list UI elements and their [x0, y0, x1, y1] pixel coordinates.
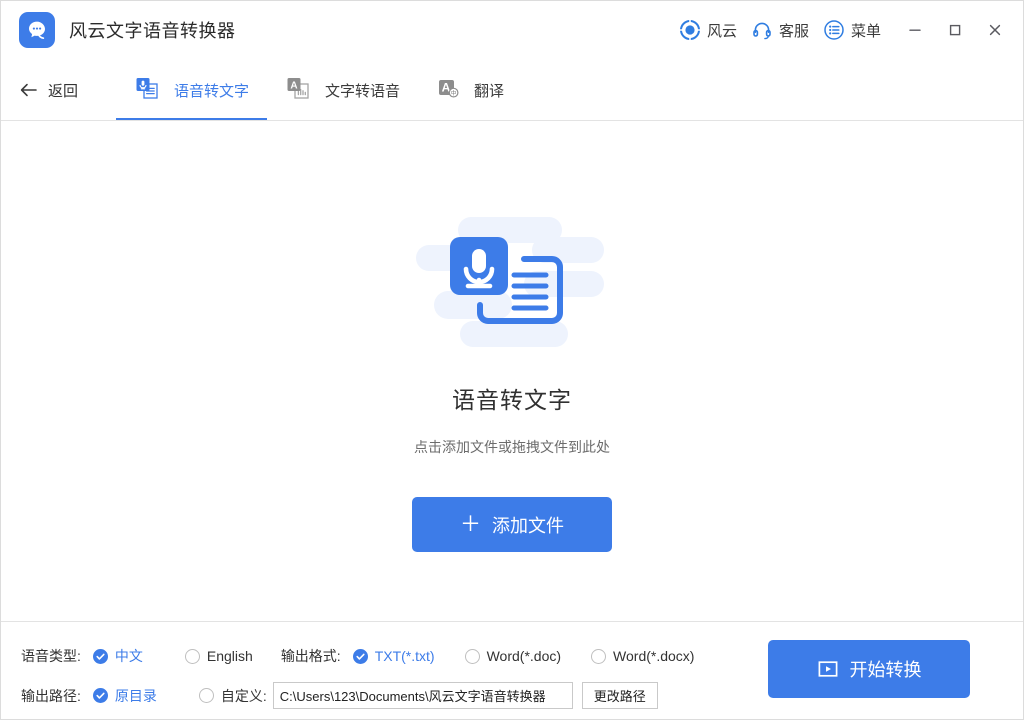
- mic-document-illustration: [412, 209, 612, 359]
- svg-text:中: 中: [451, 89, 456, 97]
- back-button-label: 返回: [48, 82, 79, 100]
- title-bar-brand: 风云文字语音转换器: [1, 12, 236, 48]
- add-file-button-label: 添加文件: [492, 515, 564, 536]
- list-circle-icon: [823, 19, 845, 41]
- target-circle-icon: [679, 19, 701, 41]
- add-file-button[interactable]: ＋ 添加文件: [412, 497, 612, 552]
- translate-icon: A 中: [436, 76, 464, 104]
- close-button[interactable]: [975, 10, 1015, 50]
- radio-label: TXT(*.txt): [374, 648, 435, 664]
- drop-area-subtitle: 点击添加文件或拖拽文件到此处: [414, 439, 610, 455]
- output-path-label: 输出路径:: [21, 687, 81, 704]
- text-wave-icon: A: [285, 76, 315, 104]
- titlebar-action-menu[interactable]: 菜单: [823, 19, 881, 41]
- title-bar: 风云文字语音转换器 风云 客服 菜单: [1, 1, 1023, 59]
- nav-bar: 返回 语音转文字 A 文字转语音 A 中 翻译: [1, 59, 1023, 121]
- plus-icon: ＋: [460, 513, 481, 536]
- radio-checked-icon: [92, 688, 108, 703]
- radio-output-path-original[interactable]: 原目录: [92, 686, 157, 706]
- app-title: 风云文字语音转换器: [69, 21, 236, 41]
- tab-list: 语音转文字 A 文字转语音 A 中 翻译: [116, 59, 522, 121]
- radio-label: 原目录: [114, 687, 157, 704]
- titlebar-action-fengyun[interactable]: 风云: [679, 19, 737, 41]
- titlebar-action-label: 客服: [778, 22, 809, 40]
- radio-label: Word(*.docx): [613, 648, 695, 664]
- radio-checked-icon: [92, 648, 108, 664]
- options-row-bottom: 输出路径: 原目录 自定义: 更改路径: [21, 682, 658, 709]
- title-bar-actions: 风云 客服 菜单: [679, 1, 1023, 59]
- back-button[interactable]: 返回: [19, 80, 78, 101]
- radio-label: 中文: [114, 648, 143, 664]
- radio-label: English: [206, 648, 253, 664]
- tab-label: 语音转文字: [174, 82, 250, 100]
- file-drop-area[interactable]: 语音转文字 点击添加文件或拖拽文件到此处 ＋ 添加文件: [1, 121, 1023, 621]
- tab-speech-to-text[interactable]: 语音转文字: [116, 59, 268, 121]
- radio-checked-icon: [352, 648, 368, 664]
- minimize-button[interactable]: [895, 10, 935, 50]
- radio-output-format-txt[interactable]: TXT(*.txt): [352, 648, 435, 664]
- titlebar-action-label: 菜单: [850, 22, 881, 40]
- titlebar-action-label: 风云: [706, 22, 737, 40]
- output-path-input[interactable]: [272, 682, 573, 709]
- radio-output-format-docx[interactable]: Word(*.docx): [591, 648, 694, 664]
- svg-text:A: A: [290, 80, 297, 91]
- change-path-button[interactable]: 更改路径: [581, 682, 658, 709]
- radio-label: Word(*.doc): [486, 648, 562, 664]
- tab-label: 文字转语音: [325, 82, 401, 100]
- maximize-button[interactable]: [935, 10, 975, 50]
- app-window: 风云文字语音转换器 风云 客服 菜单 返回 语音转文字 A 文字转语音 A 中 …: [0, 0, 1024, 720]
- arrow-left-icon: [19, 81, 39, 99]
- start-convert-button[interactable]: 开始转换: [768, 640, 970, 698]
- radio-unchecked-icon: [184, 648, 200, 664]
- tab-translate[interactable]: A 中 翻译: [418, 59, 522, 121]
- app-logo-icon: [19, 12, 55, 48]
- radio-output-format-doc[interactable]: Word(*.doc): [464, 648, 562, 664]
- headset-icon: [751, 19, 773, 41]
- radio-speech-type-english[interactable]: English: [184, 648, 253, 664]
- radio-unchecked-icon: [464, 648, 480, 664]
- tab-text-to-speech[interactable]: A 文字转语音: [267, 59, 418, 121]
- mic-document-icon: [134, 76, 164, 104]
- radio-output-path-custom[interactable]: 自定义:: [198, 686, 267, 706]
- bottom-bar: 语音类型: 中文 English 输出格式: TXT(*.txt) Word(*…: [1, 622, 1023, 719]
- radio-speech-type-chinese[interactable]: 中文: [92, 646, 143, 666]
- tab-label: 翻译: [474, 82, 505, 100]
- speech-type-label: 语音类型:: [21, 648, 81, 664]
- start-convert-button-label: 开始转换: [849, 660, 922, 680]
- output-format-label: 输出格式:: [280, 648, 341, 664]
- play-icon: [817, 658, 839, 680]
- options-row-top: 语音类型: 中文 English 输出格式: TXT(*.txt) Word(*…: [21, 646, 694, 666]
- radio-label: 自定义:: [220, 687, 267, 704]
- titlebar-action-support[interactable]: 客服: [751, 19, 809, 41]
- radio-unchecked-icon: [198, 688, 214, 703]
- drop-area-title: 语音转文字: [452, 387, 572, 413]
- radio-unchecked-icon: [591, 648, 607, 664]
